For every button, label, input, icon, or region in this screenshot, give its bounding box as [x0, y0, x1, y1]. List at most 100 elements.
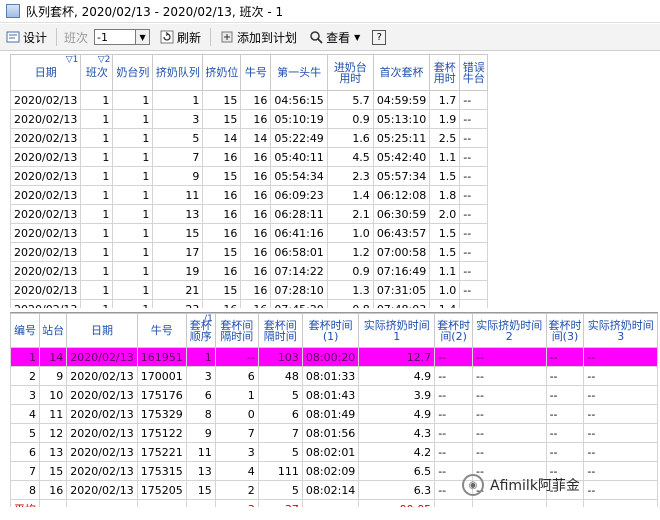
col-header-stall[interactable]: 站台 [38, 313, 68, 348]
table-cell[interactable]: 04:59:59 [372, 90, 431, 110]
table-cell[interactable]: 15 [202, 109, 242, 129]
table-cell[interactable]: 16 [202, 261, 242, 281]
table-cell[interactable]: 16 [240, 242, 272, 262]
table-cell[interactable]: 175329 [136, 404, 187, 424]
table-cell[interactable]: 15 [38, 461, 68, 481]
table-cell[interactable]: 2.0 [429, 204, 461, 224]
table-cell[interactable]: -- [434, 423, 474, 443]
table-cell[interactable]: 2020/02/13 [66, 404, 138, 424]
table-cell[interactable]: 8 [185, 404, 216, 424]
table-row[interactable]: 2020/02/13 1 1 17 15 16 06:58:01 1.2 07:00:58 1.5… [10, 242, 489, 262]
table-cell[interactable]: 175205 [136, 480, 187, 500]
table-cell[interactable]: 4.2 [358, 442, 436, 462]
table-cell[interactable]: 2020/02/13 [66, 480, 138, 500]
table-cell[interactable]: 15 [202, 166, 242, 186]
table-cell[interactable]: 1.0 [326, 223, 374, 243]
table-cell[interactable]: 2020/02/13 [66, 461, 138, 481]
table-cell[interactable]: -- [583, 347, 658, 367]
table-row[interactable]: 1 14 2020/02/13 161951 1 -- 103 08:00:20 12.7 -- -… [10, 347, 658, 367]
table-cell[interactable]: -- [459, 261, 489, 281]
table-cell[interactable]: 2020/02/13 [10, 185, 82, 205]
table-cell[interactable]: 08:01:56 [301, 423, 360, 443]
table-cell[interactable]: 08:00:20 [301, 347, 360, 367]
table-cell[interactable]: 6 [185, 385, 216, 405]
table-row[interactable]: 5 12 2020/02/13 175122 9 7 7 08:01:56 4.3 -- -- -- -… [10, 423, 658, 443]
table-cell[interactable]: 2020/02/13 [10, 242, 82, 262]
col-header-actual-milk-time-3[interactable]: 实际挤奶时间3 [583, 313, 658, 348]
table-cell[interactable]: 07:31:05 [372, 280, 431, 300]
table-cell[interactable]: 16 [240, 109, 272, 129]
table-cell[interactable]: -- [459, 128, 489, 148]
table-cell[interactable]: 1.3 [326, 280, 374, 300]
table-cell[interactable]: -- [472, 347, 547, 367]
table-cell[interactable]: 1.7 [429, 90, 461, 110]
col-header-actual-milk-time-2[interactable]: 实际挤奶时间2 [472, 313, 547, 348]
table-cell[interactable]: 2020/02/13 [10, 261, 82, 281]
table-cell[interactable]: 4.9 [358, 366, 436, 386]
table-cell[interactable]: -- [472, 404, 547, 424]
table-cell[interactable]: 3 [214, 442, 259, 462]
col-header-date[interactable]: ▽1 日期 [10, 54, 82, 91]
table-cell[interactable]: 6.3 [358, 480, 436, 500]
table-cell[interactable]: 23 [152, 299, 204, 308]
table-cell[interactable]: 5 [257, 385, 303, 405]
table-cell[interactable]: -- [545, 404, 585, 424]
help-button[interactable]: ? [366, 26, 392, 48]
col-header-parlor-row[interactable]: 奶台列 [112, 54, 154, 91]
table-cell[interactable]: 1 [152, 90, 204, 110]
table-cell[interactable]: -- [459, 109, 489, 129]
table-cell[interactable]: 15 [202, 280, 242, 300]
table-row[interactable]: 2020/02/13 1 1 3 15 16 05:10:19 0.9 05:13:10 1.9-… [10, 109, 489, 129]
table-cell[interactable]: 11 [185, 442, 216, 462]
table-cell[interactable]: 13 [185, 461, 216, 481]
table-cell[interactable]: 3.9 [358, 385, 436, 405]
table-cell[interactable]: 5 [257, 480, 303, 500]
table-cell[interactable]: 9 [38, 366, 68, 386]
table-cell[interactable]: 175122 [136, 423, 187, 443]
table-cell[interactable]: 5 [152, 128, 204, 148]
table-row[interactable]: 4 11 2020/02/13 175329 8 0 6 08:01:49 4.9 -- -- -- -… [10, 404, 658, 424]
table-cell[interactable]: 10 [38, 385, 68, 405]
table-cell[interactable]: -- [459, 166, 489, 186]
table-cell[interactable]: 05:57:34 [372, 166, 431, 186]
table-cell[interactable]: 16 [240, 90, 272, 110]
table-cell[interactable]: 1 [112, 185, 154, 205]
table-cell[interactable]: -- [459, 299, 489, 308]
table-cell[interactable]: 6 [214, 366, 259, 386]
table-cell[interactable]: 21 [152, 280, 204, 300]
table-cell[interactable]: -- [434, 366, 474, 386]
table-cell[interactable]: 15 [202, 90, 242, 110]
table-row[interactable]: 6 13 2020/02/13 175221 11 3 5 08:02:01 4.2 -- -- --… [10, 442, 658, 462]
table-cell[interactable]: -- [214, 347, 259, 367]
table-cell[interactable]: -- [459, 185, 489, 205]
table-row[interactable]: 3 10 2020/02/13 175176 6 1 5 08:01:43 3.9 -- -- -- -… [10, 385, 658, 405]
table-cell[interactable]: 08:02:09 [301, 461, 360, 481]
chevron-down-icon[interactable]: ▼ [136, 29, 151, 45]
table-cell[interactable]: 1 [112, 223, 154, 243]
col-header-milking-stall[interactable]: 挤奶位 [202, 54, 242, 91]
table-cell[interactable]: -- [583, 385, 658, 405]
table-cell[interactable]: 06:28:11 [270, 204, 328, 224]
table-cell[interactable]: 08:02:01 [301, 442, 360, 462]
table-row[interactable]: 2020/02/13 1 1 7 16 16 05:40:11 4.5 05:42:40 1.1-… [10, 147, 489, 167]
table-cell[interactable]: 07:00:58 [372, 242, 431, 262]
table-cell[interactable]: 07:45:20 [270, 299, 328, 308]
table-cell[interactable]: 1 [112, 280, 154, 300]
table-cell[interactable]: 1 [10, 347, 40, 367]
table-cell[interactable]: 2020/02/13 [66, 423, 138, 443]
table-cell[interactable]: 2020/02/13 [66, 385, 138, 405]
table-cell[interactable]: 16 [240, 204, 272, 224]
table-cell[interactable]: 16 [240, 223, 272, 243]
table-cell[interactable]: 2020/02/13 [66, 366, 138, 386]
col-header-milking-queue[interactable]: 挤奶队列 [152, 54, 204, 91]
table-cell[interactable]: 0 [214, 404, 259, 424]
table-cell[interactable]: 2020/02/13 [10, 90, 82, 110]
col-header-attach-order[interactable]: /1 套杯顺序 [185, 313, 216, 348]
table-cell[interactable]: 17 [152, 242, 204, 262]
col-header-attach-interval[interactable]: 套杯间隔时间 [214, 313, 259, 348]
table-cell[interactable]: 16 [240, 261, 272, 281]
table-cell[interactable]: -- [472, 366, 547, 386]
table-cell[interactable]: 07:14:22 [270, 261, 328, 281]
table-cell[interactable]: 1.4 [326, 185, 374, 205]
col-header-cow-number[interactable]: 牛号 [136, 313, 187, 348]
